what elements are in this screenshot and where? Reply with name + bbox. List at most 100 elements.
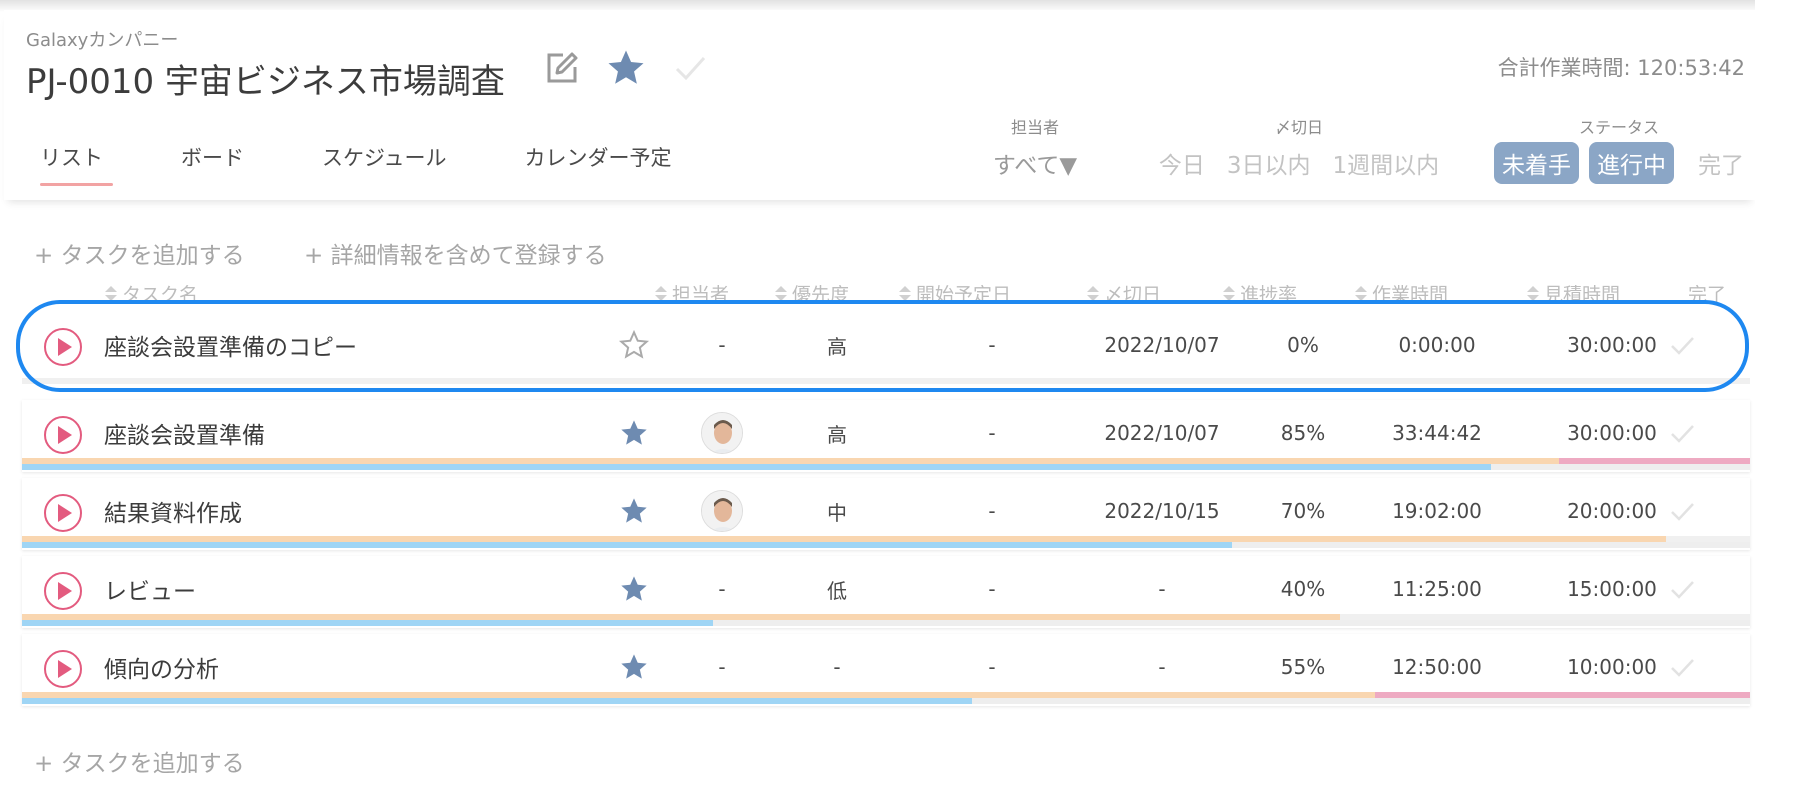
star-filled-icon[interactable] [614,400,654,466]
complete-check-icon[interactable] [1662,634,1702,700]
add-task-link[interactable]: + タスクを追加する [34,236,245,270]
col-start-date-label: 開始予定日 [916,284,1012,306]
status-filter-label: ステータス [1578,118,1659,137]
status-not-started[interactable]: 未着手 [1494,142,1579,184]
col-priority-label: 優先度 [792,284,850,306]
play-timer-button[interactable] [44,416,82,454]
work-time: 33:44:42 [1392,421,1482,445]
table-row[interactable]: 座談会設置準備のコピー - 高 - 2022/10/07 0% 0:00:00 … [22,312,1750,384]
task-name[interactable]: レビュー [104,556,196,622]
play-timer-button[interactable] [44,572,82,610]
col-estimate-label: 見積時間 [1544,284,1621,306]
col-priority[interactable]: 優先度 [774,280,849,307]
assignee: - [718,577,726,601]
sort-icon [104,285,117,302]
priority: 中 [827,500,847,525]
table-row[interactable]: 座談会設置準備 高 - 2022/10/07 85% 33:44:42 30:0… [22,400,1750,472]
table-row[interactable]: 結果資料作成 中 - 2022/10/15 70% 19:02:00 20:00… [22,478,1750,550]
total-work-time: 合計作業時間: 120:53:42 [1497,56,1745,80]
complete-check-icon[interactable] [1662,478,1702,544]
favorite-star-icon[interactable] [604,46,648,90]
tab-calendar[interactable]: カレンダー予定 [507,142,690,172]
progress: 85% [1280,421,1326,445]
complete-check-icon[interactable] [668,46,712,90]
complete-check-icon[interactable] [1662,556,1702,622]
assignee-avatar[interactable] [698,400,746,466]
view-tabs: リスト ボード スケジュール カレンダー予定 [22,142,690,186]
start-date: - [988,499,996,523]
estimate-time: 30:00:00 [1567,333,1657,357]
tab-schedule[interactable]: スケジュール [304,142,465,172]
assignee-filter-select[interactable]: すべて▼ [993,146,1077,180]
sort-icon [774,285,787,302]
complete-check-icon[interactable] [1662,312,1702,378]
table-row[interactable]: 傾向の分析 - - - - 55% 12:50:00 10:00:00 [22,634,1750,706]
sort-icon [1354,285,1367,302]
start-date: - [988,333,996,357]
due-filter-3days[interactable]: 3日以内 [1227,146,1311,180]
work-time: 11:25:00 [1392,577,1482,601]
company-name: Galaxyカンパニー [26,30,179,51]
estimate-time: 15:00:00 [1567,577,1657,601]
complete-check-icon[interactable] [1662,400,1702,466]
col-work-time[interactable]: 作業時間 [1354,280,1448,307]
due-date: 2022/10/15 [1104,499,1220,523]
col-work-time-label: 作業時間 [1372,284,1449,306]
avatar [701,490,743,532]
project-title: PJ-0010 宇宙ビジネス市場調査 [26,62,505,102]
due-date: - [1158,577,1166,601]
due-date: - [1158,655,1166,679]
assignee-filter: 担当者 すべて▼ [970,114,1100,180]
col-start-date[interactable]: 開始予定日 [898,280,1011,307]
progress-bar [22,542,1232,548]
status-done[interactable]: 完了 [1698,146,1744,180]
project-header: Galaxyカンパニー PJ-0010 宇宙ビジネス市場調査 合計作業時間: 1… [4,10,1755,200]
sort-icon [1222,285,1235,302]
page-margin [1755,0,1800,788]
col-assignee[interactable]: 担当者 [654,280,729,307]
col-due-date[interactable]: 〆切日 [1086,280,1161,307]
estimate-time: 10:00:00 [1567,655,1657,679]
progress-bar [22,464,1491,470]
due-filter-today[interactable]: 今日 [1159,146,1205,180]
progress-track [22,378,1750,384]
assignee-avatar[interactable] [698,478,746,544]
due-filter: 〆切日 今日 3日以内 1週間以内 [1134,114,1464,180]
priority: 高 [827,422,847,447]
sort-icon [1086,285,1099,302]
edit-icon[interactable] [540,46,584,90]
star-outline-icon[interactable] [614,312,654,378]
col-task-name-label: タスク名 [122,284,199,306]
progress: 40% [1280,577,1326,601]
star-filled-icon[interactable] [614,478,654,544]
col-done-label: 完了 [1688,284,1727,306]
tab-board[interactable]: ボード [163,142,262,172]
sort-icon [654,285,667,302]
col-progress[interactable]: 進捗率 [1222,280,1297,307]
col-due-date-label: 〆切日 [1104,284,1162,306]
task-name[interactable]: 座談会設置準備のコピー [104,312,357,378]
play-timer-button[interactable] [44,650,82,688]
tab-list[interactable]: リスト [22,142,121,186]
play-timer-button[interactable] [44,494,82,532]
task-name[interactable]: 結果資料作成 [104,478,242,544]
due-filter-1week[interactable]: 1週間以内 [1333,146,1440,180]
task-name[interactable]: 座談会設置準備 [104,400,265,466]
progress: 55% [1280,655,1326,679]
status-in-progress[interactable]: 進行中 [1589,142,1674,184]
avatar [701,412,743,454]
add-detailed-task-link[interactable]: + 詳細情報を含めて登録する [304,236,607,270]
progress: 0% [1287,333,1319,357]
assignee: - [718,655,726,679]
col-progress-label: 進捗率 [1240,284,1298,306]
add-task-bottom-link[interactable]: + タスクを追加する [34,744,245,778]
sort-icon [898,285,911,302]
star-filled-icon[interactable] [614,634,654,700]
star-filled-icon[interactable] [614,556,654,622]
col-task-name[interactable]: タスク名 [104,280,198,307]
col-estimate[interactable]: 見積時間 [1526,280,1620,307]
task-name[interactable]: 傾向の分析 [104,634,219,700]
table-row[interactable]: レビュー - 低 - - 40% 11:25:00 15:00:00 [22,556,1750,628]
play-timer-button[interactable] [44,328,82,366]
due-date: 2022/10/07 [1104,421,1220,445]
